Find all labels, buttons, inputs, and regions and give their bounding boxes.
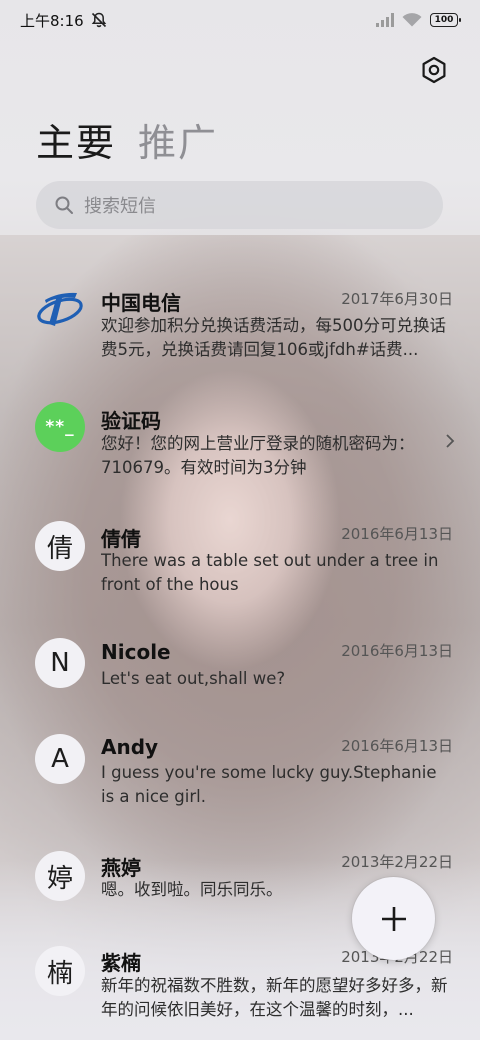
china-telecom-logo [35,284,85,334]
avatar: **_ [35,402,85,452]
wifi-icon [402,13,422,27]
search-bar[interactable]: 搜索短信 [36,181,443,229]
mute-icon [91,12,106,28]
avatar: A [35,734,85,784]
search-icon [55,196,73,214]
avatar: 倩 [35,521,85,571]
conversation-name: 验证码 [101,409,161,433]
conversation-preview: Let's eat out,shall we? [101,669,286,688]
plus-icon [381,906,406,931]
conversation-item-china-telecom[interactable]: 中国电信 2017年6月30日 欢迎参加积分兑换话费活动，每500分可兑换话费5… [0,280,480,370]
conversation-name: Andy [101,735,159,759]
conversation-date: 2017年6月30日 [341,290,453,308]
conversation-name: 燕婷 [101,856,141,880]
conversation-preview: 新年的祝福数不胜数，新年的愿望好多好多，新年的问候依旧美好，在这个温馨的时刻，.… [101,976,448,1019]
status-icons: 100 [376,13,461,27]
status-time: 上午8:16 [20,11,84,30]
conversation-name: 中国电信 [101,291,181,315]
conversation-item-zinan[interactable]: 楠 紫楠 2013年2月22日 新年的祝福数不胜数，新年的愿望好多好多，新年的问… [0,944,480,1034]
search-placeholder: 搜索短信 [84,196,156,217]
tab-bar: 主要 推广 [36,112,218,167]
settings-icon [422,56,446,84]
conversation-date: 2016年6月13日 [341,737,453,755]
battery-icon: 100 [430,13,461,27]
signal-icon [376,13,394,27]
conversation-preview: I guess you're some lucky guy.Stephanie … [101,763,437,806]
conversation-date: 2016年6月13日 [341,642,453,660]
conversation-item-qianqian[interactable]: 倩 倩倩 2016年6月13日 There was a table set ou… [0,518,480,598]
conversation-item-verification-code[interactable]: **_ 验证码 您好！您的网上营业厅登录的随机密码为：710679。有效时间为3… [0,396,480,486]
chevron-right-icon [446,434,455,448]
conversation-preview: 您好！您的网上营业厅登录的随机密码为：710679。有效时间为3分钟 [101,434,415,477]
conversation-preview: There was a table set out under a tree i… [101,551,439,594]
status-bar: 上午8:16 100 [0,0,480,40]
conversation-name: Nicole [101,640,171,664]
conversation-preview: 欢迎参加积分兑换话费活动，每500分可兑换话费5元，兑换话费请回复106或jfd… [101,316,446,359]
avatar: N [35,638,85,688]
conversation-name: 倩倩 [101,527,141,551]
battery-level: 100 [434,15,454,25]
tab-primary[interactable]: 主要 [36,112,116,167]
avatar: 楠 [35,946,85,996]
conversation-name: 紫楠 [101,951,141,975]
conversation-item-nicole[interactable]: N Nicole 2016年6月13日 Let's eat out,shall … [0,636,480,696]
settings-button[interactable] [418,54,450,86]
tab-promotions[interactable]: 推广 [138,112,218,167]
conversation-date: 2013年2月22日 [341,853,453,871]
avatar: 婷 [35,851,85,901]
new-message-button[interactable] [352,877,435,960]
conversation-item-andy[interactable]: A Andy 2016年6月13日 I guess you're some lu… [0,731,480,811]
conversation-date: 2016年6月13日 [341,525,453,543]
